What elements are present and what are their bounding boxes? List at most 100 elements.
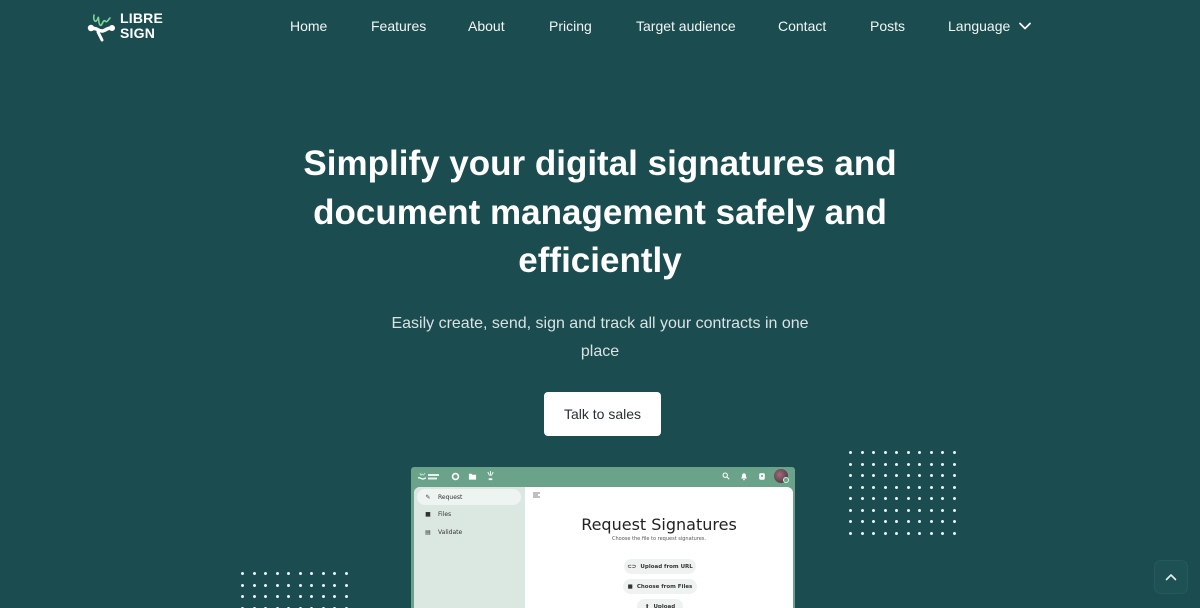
decoration-dot [872, 520, 875, 523]
decoration-dot [941, 485, 944, 489]
hero-title-line: document management safely and [313, 192, 887, 232]
decoration-dot [952, 508, 956, 512]
decoration-dot [849, 520, 852, 523]
nav-features[interactable]: Features [371, 18, 426, 34]
nav-language[interactable]: Language [948, 18, 1010, 34]
nav-pricing[interactable]: Pricing [549, 18, 592, 34]
app-sidebar-item-files[interactable]: ■ Files [417, 506, 521, 522]
decoration-dot [287, 595, 290, 598]
decoration-dot [895, 508, 898, 512]
decoration-dot [252, 583, 256, 587]
hero-title: Simplify your digital signatures and doc… [0, 140, 1200, 286]
decoration-dot [929, 462, 933, 466]
decoration-dot [264, 572, 267, 575]
decoration-dot [860, 520, 864, 523]
app-preview-main: Request Signatures Choose the file to re… [525, 487, 793, 608]
decoration-dot [872, 485, 875, 489]
decoration-dot [872, 531, 875, 535]
search-icon [722, 472, 730, 480]
app-sidebar-item-label: Files [438, 510, 452, 518]
decoration-dot [929, 451, 933, 454]
nav-posts[interactable]: Posts [870, 18, 905, 34]
app-preview-topbar [411, 467, 795, 487]
decoration-dot [895, 462, 898, 466]
decoration-dot [849, 485, 852, 489]
folder-icon [468, 473, 477, 480]
decoration-dot [883, 485, 887, 489]
app-preview-title: Request Signatures [581, 515, 737, 534]
folder-icon: ■ [425, 510, 431, 518]
chevron-up-icon [1165, 574, 1177, 581]
libresign-logo[interactable]: LIBRE SIGN [84, 9, 163, 43]
decoration-dot [264, 583, 267, 587]
decoration-dot [321, 583, 325, 587]
decoration-dot [941, 520, 944, 523]
decoration-dot [918, 497, 921, 500]
decoration-dot [298, 583, 302, 587]
decoration-dot [929, 508, 933, 512]
logo-text-line1: LIBRE [120, 10, 163, 26]
decoration-dot [918, 474, 921, 477]
decoration-dot [872, 451, 875, 454]
decoration-dot [849, 474, 852, 477]
menu-toggle-icon[interactable] [533, 492, 540, 498]
nav-target-audience[interactable]: Target audience [636, 18, 736, 34]
decoration-dot [906, 520, 910, 523]
decoration-dot [860, 474, 864, 477]
upload-from-url-button[interactable]: ⊂⊃ Upload from URL [624, 559, 696, 574]
app-preview-body: ✎ Request ■ Files ▤ Validate Request Sig… [414, 487, 793, 608]
contacts-icon [759, 473, 765, 480]
decoration-dot [895, 520, 898, 523]
choose-from-files-button[interactable]: ■ Choose from Files [623, 579, 697, 594]
app-sidebar-item-validate[interactable]: ▤ Validate [417, 524, 521, 540]
decoration-dot [895, 531, 898, 535]
decoration-dot [883, 508, 887, 512]
decoration-dot [872, 474, 875, 477]
decoration-dot [952, 520, 956, 523]
decoration-dot [860, 485, 864, 489]
decoration-dot [241, 572, 244, 575]
decoration-dot [849, 497, 852, 500]
decoration-dot [918, 520, 921, 523]
decoration-dot [929, 497, 933, 500]
decoration-dot [344, 572, 348, 575]
status-indicator [783, 477, 789, 483]
app-sidebar-item-label: Validate [438, 528, 463, 536]
decoration-dot [941, 451, 944, 454]
decoration-dot [849, 531, 852, 535]
folder-icon: ■ [627, 583, 633, 590]
nav-about[interactable]: About [468, 18, 505, 34]
libresign-logo-icon [417, 472, 439, 480]
decoration-dot [895, 485, 898, 489]
decoration-dot [287, 572, 290, 575]
decoration-dot [941, 508, 944, 512]
decoration-dot [883, 451, 887, 454]
decoration-dot [860, 531, 864, 535]
decoration-dot [906, 497, 910, 500]
link-icon: ⊂⊃ [627, 563, 637, 570]
decoration-dot [298, 595, 302, 598]
decoration-dot [906, 508, 910, 512]
nav-home[interactable]: Home [290, 18, 327, 34]
decoration-dot [860, 497, 864, 500]
upload-button[interactable]: ⬆ Upload [637, 599, 683, 608]
decoration-dot [275, 572, 279, 575]
hero-title-line: efficiently [518, 241, 682, 280]
decoration-dot [929, 520, 933, 523]
decoration-dot [860, 451, 864, 454]
chevron-down-icon[interactable] [1019, 22, 1031, 30]
nav-contact[interactable]: Contact [778, 18, 826, 34]
decoration-dot [883, 497, 887, 500]
decoration-dot [906, 474, 910, 477]
decoration-dot [321, 572, 325, 575]
app-sidebar-item-request[interactable]: ✎ Request [417, 489, 521, 505]
decoration-dot [918, 508, 921, 512]
decoration-dot [952, 451, 956, 454]
back-to-top-button[interactable] [1154, 560, 1188, 594]
decoration-dot [895, 497, 898, 500]
decoration-dot [952, 485, 956, 489]
talk-to-sales-button[interactable]: Talk to sales [544, 392, 661, 436]
decoration-dot [252, 595, 256, 598]
decoration-dot [918, 485, 921, 489]
decoration-dot [849, 508, 852, 512]
